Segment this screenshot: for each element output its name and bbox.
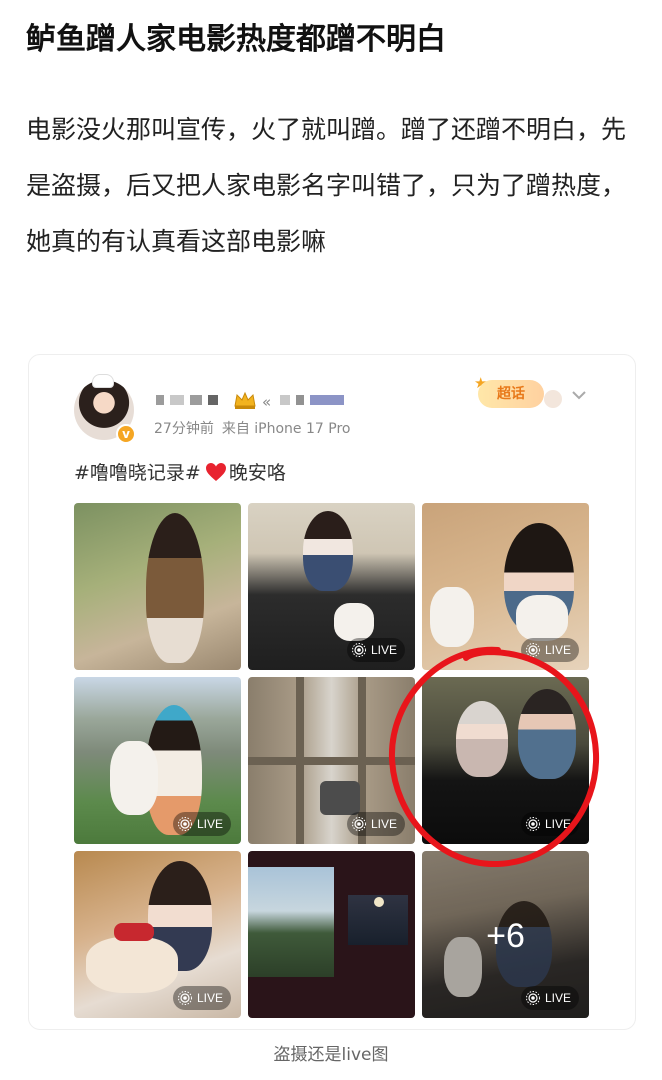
more-images-count[interactable]: +6 bbox=[422, 917, 589, 956]
live-badge: LIVE bbox=[520, 812, 579, 836]
image-grid: LIVE LIVE LIVE LIVE LIVE LIVE +6 LIVE bbox=[74, 503, 589, 1019]
live-photo-icon bbox=[525, 991, 540, 1005]
live-label: LIVE bbox=[370, 817, 397, 831]
image-caption: 盗摄还是live图 bbox=[273, 1045, 389, 1065]
live-badge: LIVE bbox=[172, 986, 231, 1010]
live-photo-icon bbox=[177, 991, 192, 1005]
live-photo-icon bbox=[177, 817, 192, 831]
live-label: LIVE bbox=[196, 817, 223, 831]
post-text-content: 晚安咯 bbox=[228, 462, 286, 484]
crown-icon bbox=[234, 391, 256, 409]
grid-image-2[interactable]: LIVE bbox=[248, 503, 415, 670]
verified-badge-icon: v bbox=[116, 424, 136, 444]
username-redacted[interactable] bbox=[156, 395, 218, 411]
body-text: 电影没火那叫宣传，火了就叫蹭。蹭了还蹭不明白，先是盗摄，后又把人家电影名字叫错了… bbox=[26, 115, 627, 256]
live-photo-icon bbox=[351, 643, 366, 657]
post-text: #噜噜晓记录# 晚安咯 bbox=[74, 458, 286, 488]
super-topic-deco-icon bbox=[544, 390, 562, 408]
grid-image-4[interactable]: LIVE bbox=[74, 677, 241, 844]
grid-image-1[interactable] bbox=[74, 503, 241, 670]
chevron-down-icon[interactable] bbox=[570, 386, 588, 404]
level-icon: « bbox=[262, 393, 272, 411]
heart-icon bbox=[205, 463, 226, 481]
super-topic-button[interactable]: 超话 bbox=[478, 380, 544, 408]
grid-image-9[interactable]: +6 LIVE bbox=[422, 851, 589, 1018]
live-photo-icon bbox=[525, 817, 540, 831]
post-meta: 27分钟前 来自 iPhone 17 Pro bbox=[154, 418, 350, 438]
live-badge: LIVE bbox=[520, 986, 579, 1010]
headline: 鲈鱼蹭人家电影热度都蹭不明白 bbox=[26, 22, 446, 57]
grid-image-5[interactable]: LIVE bbox=[248, 677, 415, 844]
grid-image-7[interactable]: LIVE bbox=[74, 851, 241, 1018]
grid-image-6[interactable]: LIVE bbox=[422, 677, 589, 844]
live-label: LIVE bbox=[544, 817, 571, 831]
grid-image-8[interactable] bbox=[248, 851, 415, 1018]
grid-image-3[interactable]: LIVE bbox=[422, 503, 589, 670]
live-label: LIVE bbox=[196, 991, 223, 1005]
post-time: 27分钟前 bbox=[154, 421, 214, 437]
live-badge: LIVE bbox=[346, 638, 405, 662]
topic-link[interactable]: #噜噜晓记录# bbox=[74, 462, 201, 484]
live-badge: LIVE bbox=[346, 812, 405, 836]
live-badge: LIVE bbox=[172, 812, 231, 836]
live-label: LIVE bbox=[544, 643, 571, 657]
live-label: LIVE bbox=[544, 991, 571, 1005]
live-photo-icon bbox=[351, 817, 366, 831]
avatar-pet-icon bbox=[92, 374, 114, 388]
username-redacted-2 bbox=[280, 395, 344, 411]
live-photo-icon bbox=[525, 643, 540, 657]
live-label: LIVE bbox=[370, 643, 397, 657]
live-badge: LIVE bbox=[520, 638, 579, 662]
post-source: 来自 iPhone 17 Pro bbox=[221, 421, 351, 437]
